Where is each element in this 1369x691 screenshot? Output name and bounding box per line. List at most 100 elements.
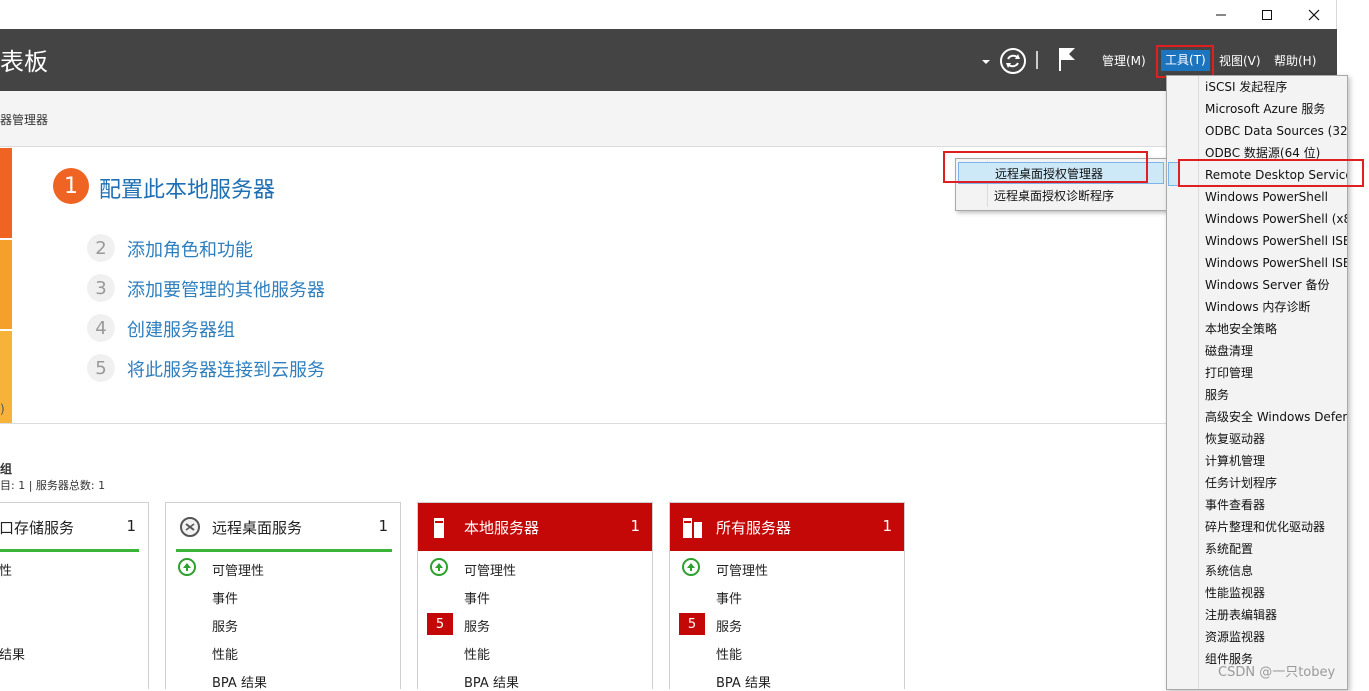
check-up-icon <box>682 558 700 576</box>
tile-title: 口存储服务 <box>0 519 75 537</box>
step-2-number: 2 <box>87 234 115 262</box>
notifications-button[interactable] <box>1056 45 1078 77</box>
tools-item[interactable]: 事件查看器 <box>1205 494 1265 516</box>
tile-local-server[interactable]: 本地服务器 1 可管理性 事件 5 服务 性能 BPA 结果 <box>417 502 653 691</box>
step-5-number: 5 <box>87 354 115 382</box>
tools-item[interactable]: 计算机管理 <box>1205 450 1265 472</box>
tile-title: 所有服务器 <box>716 519 792 537</box>
alert-count-badge: 5 <box>679 613 705 635</box>
whats-new-strip[interactable] <box>0 240 12 329</box>
quickstart-strip[interactable] <box>0 148 12 238</box>
tools-item[interactable]: 高级安全 Windows Defender <box>1205 406 1347 428</box>
menu-help[interactable]: 帮助(H) <box>1274 51 1316 71</box>
tile-count: 1 <box>882 517 892 535</box>
tile-row-services[interactable]: 服务 <box>716 616 742 635</box>
minimize-icon <box>1216 14 1226 15</box>
tile-row-events[interactable]: 事件 <box>716 588 742 607</box>
add-roles-link[interactable]: 添加角色和功能 <box>127 236 253 262</box>
groups-title: 组 <box>0 462 13 476</box>
submenu-item-licensing-diagnoser[interactable]: 远程桌面授权诊断程序 <box>958 185 1164 207</box>
create-server-group-link[interactable]: 创建服务器组 <box>127 316 235 342</box>
tools-item[interactable]: 打印管理 <box>1205 362 1253 384</box>
tools-item[interactable]: Windows Server 备份 <box>1205 274 1330 296</box>
tile-row-services[interactable]: 服务 <box>212 616 238 635</box>
tools-item[interactable]: Windows PowerShell (x86) <box>1205 208 1347 230</box>
watermark: CSDN @一只tobey <box>1218 665 1336 680</box>
tile-title: 本地服务器 <box>464 519 540 537</box>
tools-item[interactable]: 碎片整理和优化驱动器 <box>1205 516 1325 538</box>
connect-cloud-link[interactable]: 将此服务器连接到云服务 <box>127 356 325 382</box>
tools-item[interactable]: ODBC Data Sources (32-bit) <box>1205 120 1347 142</box>
tools-item[interactable]: 恢复驱动器 <box>1205 428 1265 450</box>
tools-item[interactable]: 系统配置 <box>1205 538 1253 560</box>
tools-item[interactable]: 本地安全策略 <box>1205 318 1277 340</box>
configure-local-server-link[interactable]: 配置此本地服务器 <box>99 172 275 204</box>
nav-dropdown-arrow[interactable] <box>981 53 991 72</box>
tools-item[interactable]: Microsoft Azure 服务 <box>1205 98 1325 120</box>
server-icon <box>434 518 444 538</box>
tile-header[interactable]: 本地服务器 1 <box>418 503 652 551</box>
tools-item[interactable]: Windows PowerShell <box>1205 186 1328 208</box>
check-up-icon <box>178 558 196 576</box>
step-3-number: 3 <box>87 274 115 302</box>
maximize-icon <box>1262 9 1272 20</box>
tools-item[interactable]: Windows PowerShell ISE <box>1205 230 1347 252</box>
tile-storage-services[interactable]: 口存储服务 1 性 结果 <box>0 502 149 689</box>
tile-row-events[interactable]: 事件 <box>464 588 490 607</box>
minimize-button[interactable] <box>1198 0 1244 29</box>
tile-count: 1 <box>378 517 388 535</box>
tools-item[interactable]: 服务 <box>1205 384 1229 406</box>
tools-item[interactable]: 注册表编辑器 <box>1205 604 1277 626</box>
tile-row-services[interactable]: 服务 <box>464 616 490 635</box>
status-ok-bar <box>176 549 392 552</box>
tools-item[interactable]: Windows PowerShell ISE (x8 <box>1205 252 1347 274</box>
tile-row-manageability[interactable]: 可管理性 <box>464 560 516 579</box>
tile-header[interactable]: 远程桌面服务 1 <box>166 503 400 551</box>
welcome-header <box>0 91 1337 147</box>
remote-desktop-icon <box>180 517 200 537</box>
close-icon <box>1308 9 1320 20</box>
tools-item[interactable]: 任务计划程序 <box>1205 472 1277 494</box>
tile-row-bpa[interactable]: BPA 结果 <box>464 672 519 691</box>
flag-icon <box>1059 48 1075 71</box>
close-button[interactable] <box>1291 0 1337 29</box>
tools-item[interactable]: 磁盘清理 <box>1205 340 1253 362</box>
section-divider <box>0 423 1167 424</box>
tile-row-bpa[interactable]: BPA 结果 <box>212 672 267 691</box>
tools-item[interactable]: iSCSI 发起程序 <box>1205 76 1287 98</box>
header-divider <box>1036 51 1038 69</box>
strip-label: ) <box>0 402 5 416</box>
tile-remote-desktop-services[interactable]: 远程桌面服务 1 可管理性 事件 服务 性能 BPA 结果 <box>165 502 401 691</box>
alert-count-badge: 5 <box>427 613 453 635</box>
tile-row-events[interactable]: 事件 <box>212 588 238 607</box>
chevron-down-icon <box>982 60 990 64</box>
tile-row-performance[interactable]: 性能 <box>212 644 238 663</box>
tile-title: 远程桌面服务 <box>212 519 303 537</box>
refresh-button[interactable] <box>999 47 1027 79</box>
tile-row-bpa[interactable]: BPA 结果 <box>716 672 771 691</box>
tile-all-servers[interactable]: 所有服务器 1 可管理性 事件 5 服务 性能 BPA 结果 <box>669 502 905 691</box>
tile-row-bpa[interactable]: 结果 <box>0 644 25 663</box>
tile-header[interactable]: 所有服务器 1 <box>670 503 904 551</box>
tile-row-manageability[interactable]: 性 <box>0 560 12 579</box>
step-1-number: 1 <box>53 168 89 204</box>
tile-header[interactable]: 口存储服务 1 <box>0 503 148 551</box>
tile-row-manageability[interactable]: 可管理性 <box>212 560 264 579</box>
tile-row-manageability[interactable]: 可管理性 <box>716 560 768 579</box>
tile-row-performance[interactable]: 性能 <box>464 644 490 663</box>
maximize-button[interactable] <box>1244 0 1290 29</box>
tools-item[interactable]: 系统信息 <box>1205 560 1253 582</box>
tools-item[interactable]: 资源监视器 <box>1205 626 1265 648</box>
menu-manage[interactable]: 管理(M) <box>1102 51 1146 71</box>
step-4-number: 4 <box>87 314 115 342</box>
tile-row-performance[interactable]: 性能 <box>716 644 742 663</box>
add-servers-link[interactable]: 添加要管理的其他服务器 <box>127 276 325 302</box>
menu-view[interactable]: 视图(V) <box>1219 51 1261 71</box>
annotation-box-tools <box>1156 45 1214 78</box>
annotation-box-licensing <box>943 151 1148 183</box>
tools-item[interactable]: 性能监视器 <box>1205 582 1265 604</box>
tools-item[interactable]: Windows 内存诊断 <box>1205 296 1310 318</box>
groups-subtitle: 目: 1 | 服务器总数: 1 <box>0 479 106 492</box>
annotation-box-remote-desktop <box>1178 159 1364 187</box>
check-up-icon <box>430 558 448 576</box>
